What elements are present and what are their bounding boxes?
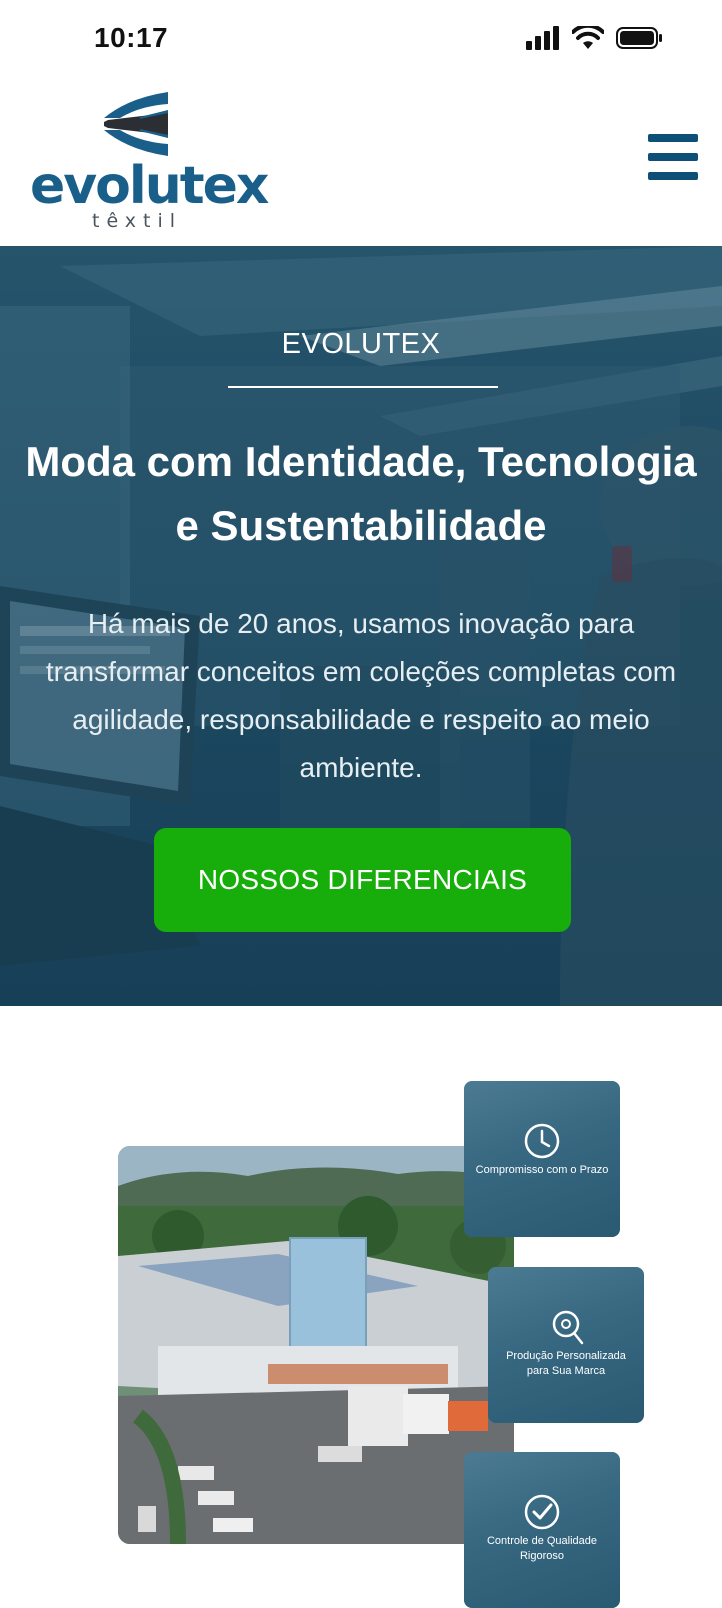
feature-label: Controle de Qualidade Rigoroso bbox=[486, 1535, 598, 1562]
feature-card-producao[interactable]: Produção Personalizada para Sua Marca bbox=[488, 1267, 644, 1423]
logo-tagline: têxtil bbox=[92, 210, 183, 232]
nossos-diferenciais-button[interactable]: NOSSOS DIFERENCIAIS bbox=[154, 828, 571, 932]
signal-icon bbox=[526, 26, 559, 50]
menu-bar bbox=[648, 134, 698, 142]
logo-wordmark: evolutex bbox=[30, 156, 269, 216]
status-bar: 10:17 bbox=[0, 0, 722, 80]
evolutex-logo[interactable]: evolutex têxtil bbox=[28, 88, 269, 236]
measuring-tape-icon bbox=[552, 1310, 584, 1345]
clock-icon bbox=[524, 1123, 560, 1159]
menu-bar bbox=[648, 172, 698, 180]
check-badge-icon bbox=[524, 1494, 560, 1530]
hamburger-menu-icon[interactable] bbox=[648, 134, 698, 180]
status-time: 10:17 bbox=[94, 22, 169, 53]
hero-divider bbox=[228, 386, 498, 388]
feature-label: Produção Personalizada para Sua Marca bbox=[506, 1350, 626, 1377]
status-icons bbox=[526, 26, 664, 50]
site-header: evolutex têxtil bbox=[0, 80, 722, 246]
feature-label: Compromisso com o Prazo bbox=[475, 1164, 609, 1176]
feature-card-qualidade[interactable]: Controle de Qualidade Rigoroso bbox=[464, 1452, 620, 1608]
hero-description: Há mais de 20 anos, usamos inovação para… bbox=[45, 608, 677, 783]
wifi-icon bbox=[572, 26, 604, 49]
factory-aerial-photo bbox=[118, 1146, 514, 1544]
factory-aerial-image bbox=[118, 1146, 514, 1544]
menu-bar bbox=[648, 153, 698, 161]
hero-eyebrow: EVOLUTEX bbox=[281, 328, 441, 360]
features-collage: Compromisso com o Prazo Produção Persona… bbox=[0, 1006, 722, 1608]
hero-title: Moda com Identidade, Tecnologia e Susten… bbox=[25, 438, 697, 549]
hero-section: EVOLUTEX Moda com Identidade, Tecnologia… bbox=[0, 246, 722, 1006]
battery-icon bbox=[616, 27, 662, 49]
feature-card-prazo[interactable]: Compromisso com o Prazo bbox=[464, 1081, 620, 1237]
